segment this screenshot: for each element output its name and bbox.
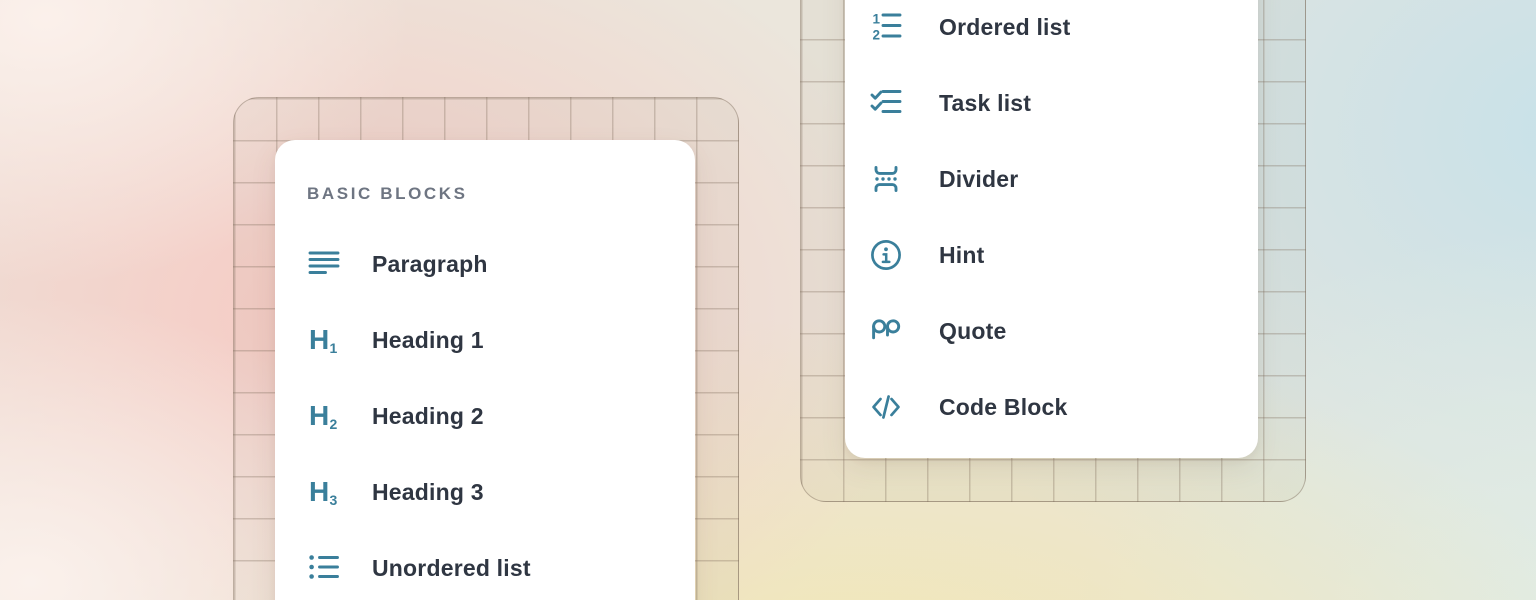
menu-item-label: Divider bbox=[939, 166, 1018, 193]
menu-item-label: Heading 1 bbox=[372, 327, 484, 354]
menu-item-ordered-list[interactable]: Ordered list bbox=[845, 0, 1258, 65]
page-background: BASIC BLOCKS Paragraph Heading 1 Heading… bbox=[0, 0, 1536, 600]
menu-item-label: Code Block bbox=[939, 394, 1068, 421]
menu-item-task-list[interactable]: Task list bbox=[845, 65, 1258, 141]
heading-3-icon bbox=[307, 475, 341, 509]
menu-item-label: Heading 3 bbox=[372, 479, 484, 506]
paragraph-icon bbox=[307, 247, 341, 281]
menu-item-label: Unordered list bbox=[372, 555, 531, 582]
task-list-icon bbox=[869, 86, 903, 120]
basic-blocks-item-list: Paragraph Heading 1 Heading 2 Heading 3 … bbox=[275, 226, 695, 600]
menu-item-label: Quote bbox=[939, 318, 1006, 345]
menu-item-code-block[interactable]: Code Block bbox=[845, 369, 1258, 445]
ordered-list-icon bbox=[869, 10, 903, 44]
menu-item-label: Task list bbox=[939, 90, 1031, 117]
menu-item-heading-2[interactable]: Heading 2 bbox=[275, 378, 695, 454]
unordered-list-icon bbox=[307, 551, 341, 585]
menu-item-hint[interactable]: Hint bbox=[845, 217, 1258, 293]
heading-1-icon bbox=[307, 323, 341, 357]
menu-item-label: Hint bbox=[939, 242, 985, 269]
menu-item-label: Ordered list bbox=[939, 14, 1071, 41]
divider-icon bbox=[869, 162, 903, 196]
heading-2-icon bbox=[307, 399, 341, 433]
menu-item-unordered-list[interactable]: Unordered list bbox=[275, 530, 695, 600]
menu-item-label: Heading 2 bbox=[372, 403, 484, 430]
menu-item-label: Paragraph bbox=[372, 251, 488, 278]
menu-item-quote[interactable]: Quote bbox=[845, 293, 1258, 369]
menu-item-heading-1[interactable]: Heading 1 bbox=[275, 302, 695, 378]
menu-item-divider[interactable]: Divider bbox=[845, 141, 1258, 217]
basic-blocks-menu: BASIC BLOCKS Paragraph Heading 1 Heading… bbox=[275, 140, 695, 600]
menu-item-heading-3[interactable]: Heading 3 bbox=[275, 454, 695, 530]
basic-blocks-section-label: BASIC BLOCKS bbox=[275, 140, 695, 204]
hint-icon bbox=[869, 238, 903, 272]
menu-item-paragraph[interactable]: Paragraph bbox=[275, 226, 695, 302]
code-block-icon bbox=[869, 390, 903, 424]
blocks-menu-continued: Ordered list Task list Divider Hint Quot… bbox=[845, 0, 1258, 458]
quote-icon bbox=[869, 314, 903, 348]
blocks-item-list: Ordered list Task list Divider Hint Quot… bbox=[845, 0, 1258, 445]
